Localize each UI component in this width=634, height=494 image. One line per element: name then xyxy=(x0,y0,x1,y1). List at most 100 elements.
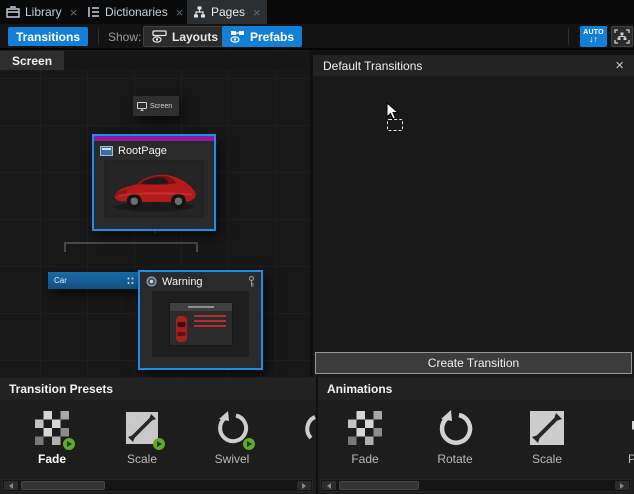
screen-node-label: Screen xyxy=(150,103,172,110)
scroll-left-button[interactable] xyxy=(4,481,18,490)
tab-dictionaries[interactable]: Dictionaries × xyxy=(82,0,189,24)
prefabs-label: Prefabs xyxy=(250,30,294,44)
fit-tree-icon xyxy=(614,29,630,44)
close-icon[interactable]: × xyxy=(615,58,624,73)
scroll-left-button[interactable] xyxy=(322,481,336,490)
rotate-icon xyxy=(437,410,473,446)
transition-presets-panel: Transition Presets Fade xyxy=(0,377,316,494)
prefab-eye-icon xyxy=(230,30,245,43)
tab-label: Library xyxy=(25,5,62,19)
scrollbar-thumb[interactable] xyxy=(21,481,105,490)
wire-branch-horizontal xyxy=(64,242,198,244)
presets-horizontal-scrollbar[interactable] xyxy=(2,479,313,492)
car-node[interactable]: Car xyxy=(48,272,140,289)
layouts-toggle-button[interactable]: Layouts xyxy=(143,26,227,47)
screen-node[interactable]: Screen xyxy=(133,96,179,116)
panel-title-text: Default Transitions xyxy=(323,59,422,73)
animation-label: Scale xyxy=(532,452,562,466)
red-car-image xyxy=(107,162,201,216)
kanzi-pages-window: Library × Dictionaries × Pages × Transit… xyxy=(0,0,634,494)
fade-checker-icon xyxy=(348,411,382,445)
arrow-cursor-icon xyxy=(386,102,399,121)
animations-header: Animations xyxy=(318,378,634,400)
clipped-icon xyxy=(305,411,316,445)
screen-context-tab[interactable]: Screen xyxy=(0,51,64,70)
scroll-right-icon xyxy=(620,483,624,489)
briefcase-icon xyxy=(6,6,20,18)
animations-panel: Animations Fade Rotate xyxy=(318,377,634,494)
create-transition-button[interactable]: Create Transition xyxy=(315,352,632,374)
tab-label: Pages xyxy=(211,5,245,19)
scroll-left-icon xyxy=(327,483,331,489)
default-transitions-header: Default Transitions × xyxy=(313,55,634,76)
scroll-left-icon xyxy=(9,483,13,489)
key-icon xyxy=(248,276,255,287)
rootpage-thumbnail xyxy=(104,160,204,218)
expand-dots-icon[interactable] xyxy=(127,277,134,285)
rootpage-node[interactable]: RootPage xyxy=(92,134,216,231)
warning-dialog-preview xyxy=(169,302,233,346)
wire-drop-car xyxy=(64,242,66,252)
preset-label: Swivel xyxy=(215,452,250,466)
preset-label: Fade xyxy=(38,452,66,466)
auto-sync-button[interactable]: AUTO ↓↑ xyxy=(580,26,607,47)
list-icon xyxy=(88,6,100,18)
warning-thumbnail xyxy=(152,291,249,357)
mouse-cursor xyxy=(386,102,416,134)
animation-item-scale[interactable]: Scale xyxy=(509,408,585,466)
warning-node[interactable]: Warning xyxy=(138,270,263,370)
toolbar: Transitions Show: Layouts Prefabs AUTO ↓… xyxy=(0,24,634,50)
page-graph-panel: Screen Screen RootPage xyxy=(0,50,310,377)
play-badge-icon xyxy=(63,438,75,450)
close-icon[interactable]: × xyxy=(253,6,261,19)
preset-item-swivel[interactable]: Swivel xyxy=(194,408,270,466)
tree-icon xyxy=(193,6,206,18)
animation-label: P xyxy=(628,452,634,466)
prefabs-toggle-button[interactable]: Prefabs xyxy=(222,26,302,47)
tab-bar: Library × Dictionaries × Pages × xyxy=(0,0,634,24)
scroll-right-icon xyxy=(302,483,306,489)
preset-item-clipped[interactable]: R xyxy=(284,408,316,466)
animations-horizontal-scrollbar[interactable] xyxy=(320,479,631,492)
scrollbar-thumb[interactable] xyxy=(339,481,419,490)
preset-item-fade[interactable]: Fade xyxy=(14,408,90,466)
toolbar-separator xyxy=(98,28,99,45)
close-icon[interactable]: × xyxy=(70,6,78,19)
scale-fill-icon xyxy=(530,411,564,445)
animations-list: Fade Rotate xyxy=(318,400,634,478)
layout-eye-icon xyxy=(152,30,167,43)
page-circle-icon xyxy=(146,276,157,287)
rootpage-label: RootPage xyxy=(118,145,167,157)
tab-library[interactable]: Library × xyxy=(0,0,83,24)
page-icon xyxy=(100,146,113,156)
layouts-label: Layouts xyxy=(172,30,218,44)
close-icon[interactable]: × xyxy=(176,6,184,19)
transition-presets-header: Transition Presets xyxy=(0,378,316,400)
graph-tab-row: Screen xyxy=(0,51,310,70)
auto-arrows-icon: ↓↑ xyxy=(589,35,598,44)
play-badge-icon xyxy=(153,438,165,450)
wire-drop-warning xyxy=(196,242,198,252)
transition-presets-list: Fade Scale xyxy=(0,400,316,478)
page-graph-canvas[interactable]: Screen RootPage xyxy=(0,70,310,377)
scroll-right-button[interactable] xyxy=(297,481,311,490)
show-label: Show: xyxy=(108,30,141,44)
car-top-view xyxy=(175,315,188,343)
animation-item-rotate[interactable]: Rotate xyxy=(417,408,493,466)
warning-label: Warning xyxy=(162,276,203,288)
play-badge-icon xyxy=(243,438,255,450)
tab-label: Dictionaries xyxy=(105,5,168,19)
scroll-right-button[interactable] xyxy=(615,481,629,490)
animation-item-clipped[interactable]: P xyxy=(594,408,634,466)
drag-drop-box-icon xyxy=(387,119,403,131)
clipped-icon xyxy=(615,411,634,445)
animation-label: Rotate xyxy=(437,452,472,466)
preset-item-scale[interactable]: Scale xyxy=(104,408,180,466)
fit-to-view-button[interactable] xyxy=(611,26,633,47)
animation-item-fade[interactable]: Fade xyxy=(327,408,403,466)
transitions-button[interactable]: Transitions xyxy=(8,27,88,46)
toolbar-separator xyxy=(568,28,569,45)
car-node-label: Car xyxy=(54,276,67,285)
tab-pages[interactable]: Pages × xyxy=(187,0,267,24)
animation-label: Fade xyxy=(351,452,378,466)
